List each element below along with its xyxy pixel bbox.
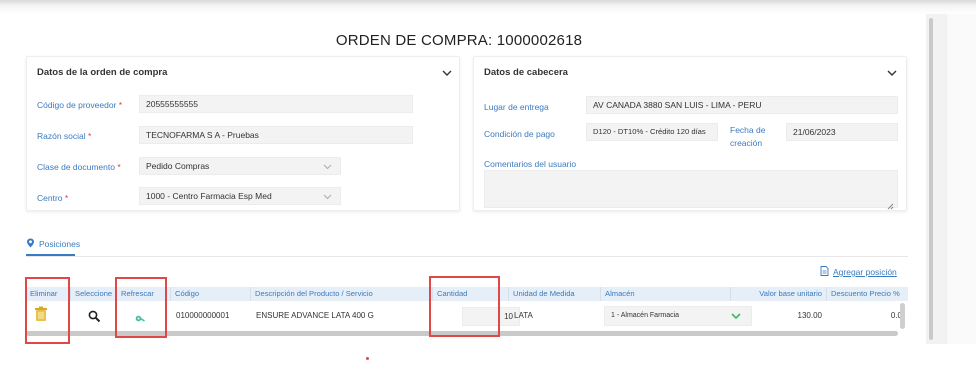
column-header-valor-base[interactable]: Valor base unitario (730, 287, 826, 301)
document-class-select[interactable]: Pedido Compras (139, 157, 341, 175)
add-position-link[interactable]: Agregar posición (820, 266, 897, 278)
creation-date-field[interactable]: 21/06/2023 (786, 123, 898, 141)
document-class-value: Pedido Compras (146, 161, 210, 171)
chevron-down-icon (323, 162, 332, 171)
tab-posiciones-label: Posiciones (39, 239, 81, 249)
column-header-almacen[interactable]: Almacén (600, 287, 730, 301)
chevron-down-icon (323, 192, 332, 201)
page-title: ORDEN DE COMPRA: 1000002618 (335, 32, 583, 49)
top-shadow (0, 0, 976, 14)
column-header-seleccione: Seleccione (70, 287, 116, 301)
add-position-label: Agregar posición (833, 267, 897, 277)
order-data-card: Datos de la orden de compra Código de pr… (26, 56, 460, 211)
right-edge-panel (946, 14, 976, 344)
row-descripcion: ENSURE ADVANCE LATA 400 G (256, 311, 374, 320)
column-header-unidad[interactable]: Unidad de Medida (508, 287, 600, 301)
page-scrollbar-thumb[interactable] (929, 18, 933, 340)
center-select[interactable]: 1000 - Centro Farmacia Esp Med (139, 187, 341, 205)
tab-divider (26, 256, 908, 257)
user-comments-textarea[interactable] (484, 170, 898, 210)
delivery-place-field[interactable]: AV CANADA 3880 SAN LUIS - LIMA - PERU (586, 96, 898, 114)
center-value: 1000 - Centro Farmacia Esp Med (146, 191, 272, 201)
creation-date-label: Fecha de creación (730, 125, 766, 148)
resize-handle-icon[interactable] (887, 197, 894, 210)
warehouse-value: 1 - Almacén Farmacia (611, 312, 680, 319)
highlight-eliminar-column (25, 277, 70, 344)
chevron-down-icon[interactable] (441, 67, 453, 79)
highlight-refrescar-column (115, 277, 167, 338)
chevron-down-icon[interactable] (886, 67, 898, 79)
business-name-label: Razón social * (37, 131, 92, 141)
supplier-code-field[interactable]: 20555555555 (139, 95, 413, 113)
user-comments-label: Comentarios del usuario (484, 159, 577, 169)
magnifier-icon[interactable] (88, 307, 101, 325)
red-marker-dot (366, 357, 369, 360)
column-header-codigo[interactable]: Código (170, 287, 250, 301)
header-data-card: Datos de cabecera Lugar de entrega AV CA… (473, 56, 907, 211)
payment-condition-field[interactable]: D120 - DT10% - Crédito 120 días (586, 123, 718, 141)
row-descuento: 0.0 (890, 311, 902, 320)
row-valor-base: 130.00 (797, 311, 822, 320)
row-unidad: LATA (514, 311, 533, 320)
header-data-title: Datos de cabecera (484, 67, 568, 78)
payment-condition-label: Condición de pago (484, 129, 555, 139)
row-codigo: 010000000001 (176, 311, 230, 320)
supplier-code-label: Código de proveedor * (37, 100, 123, 110)
highlight-cantidad-column (429, 276, 500, 337)
column-header-descuento[interactable]: Descuento Precio % (826, 287, 908, 301)
business-name-field[interactable]: TECNOFARMA S A - Pruebas (139, 126, 413, 144)
order-data-title: Datos de la orden de compra (37, 67, 168, 78)
document-icon (820, 266, 829, 278)
row-vertical-scrollbar[interactable] (900, 303, 905, 329)
center-label: Centro * (37, 193, 69, 203)
delivery-place-label: Lugar de entrega (484, 102, 549, 112)
document-class-label: Clase de documento * (37, 162, 121, 172)
column-header-descripcion[interactable]: Descripción del Producto / Servicio (250, 287, 432, 301)
tab-posiciones[interactable]: Posiciones (26, 236, 80, 252)
location-pin-icon (26, 238, 35, 250)
